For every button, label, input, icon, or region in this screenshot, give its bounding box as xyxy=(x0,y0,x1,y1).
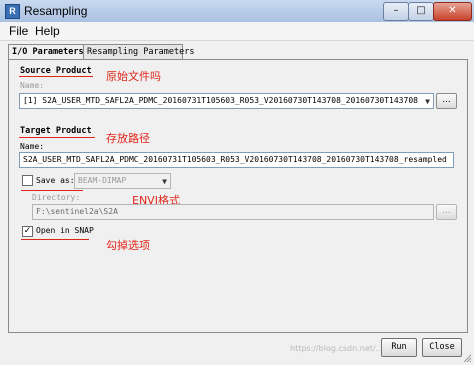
menu-file[interactable]: File xyxy=(9,24,28,38)
tab-io-parameters[interactable]: I/O Parameters xyxy=(8,44,84,60)
watermark-text: https://blog.csdn.net/... xyxy=(290,344,384,353)
title-bar[interactable]: R Resampling – □ ✕ xyxy=(0,0,474,23)
source-name-label: Name: xyxy=(20,81,45,90)
source-product-select[interactable]: [1] S2A_USER_MTD_SAFL2A_PDMC_20160731T10… xyxy=(19,93,434,109)
save-as-checkbox[interactable] xyxy=(22,175,33,186)
maximize-button[interactable]: □ xyxy=(408,2,434,21)
red-underline-target xyxy=(19,137,95,138)
resampling-dialog: R Resampling – □ ✕ File Help I/O Paramet… xyxy=(0,0,474,365)
directory-input[interactable]: F:\sentinel2a\S2A xyxy=(32,204,434,220)
close-button[interactable]: Close xyxy=(422,338,462,357)
target-product-heading: Target Product xyxy=(20,126,92,136)
menu-bar: File Help xyxy=(0,22,474,41)
source-product-heading: Source Product xyxy=(20,66,92,76)
chevron-down-icon: ▼ xyxy=(162,177,167,186)
open-in-snap-checkbox[interactable]: ✓ xyxy=(22,226,33,237)
source-product-value: [1] S2A_USER_MTD_SAFL2A_PDMC_20160731T10… xyxy=(23,96,418,105)
red-underline-open xyxy=(21,239,89,240)
annotation-open-note: 勾掉选项 xyxy=(106,239,150,252)
target-name-label: Name: xyxy=(20,142,45,151)
app-icon: R xyxy=(5,4,20,19)
save-as-label: Save as: xyxy=(36,176,75,185)
annotation-source-note: 原始文件吗 xyxy=(106,70,161,83)
minimize-button[interactable]: – xyxy=(383,2,409,21)
save-as-format-value: BEAM-DIMAP xyxy=(78,176,127,185)
tab-resampling-parameters[interactable]: Resampling Parameters xyxy=(83,44,194,59)
red-underline-save-as xyxy=(21,190,83,191)
annotation-target-note: 存放路径 xyxy=(106,132,150,145)
menu-help[interactable]: Help xyxy=(35,24,60,38)
save-as-format-select[interactable]: BEAM-DIMAP ▼ xyxy=(74,173,171,189)
directory-label: Directory: xyxy=(32,193,81,202)
window-close-button[interactable]: ✕ xyxy=(433,2,472,21)
red-underline-source xyxy=(19,76,93,77)
source-browse-button[interactable]: ... xyxy=(436,93,457,109)
window-title: Resampling xyxy=(24,4,88,18)
open-in-snap-label: Open in SNAP xyxy=(36,226,94,235)
chevron-down-icon: ▼ xyxy=(425,97,430,106)
run-button[interactable]: Run xyxy=(381,338,417,357)
resize-grip-icon[interactable] xyxy=(462,353,472,363)
io-parameters-panel: Source Product 原始文件吗 Name: [1] S2A_USER_… xyxy=(8,59,468,333)
directory-browse-button[interactable]: ... xyxy=(436,204,457,220)
target-name-input[interactable]: S2A_USER_MTD_SAFL2A_PDMC_20160731T105603… xyxy=(19,152,454,168)
